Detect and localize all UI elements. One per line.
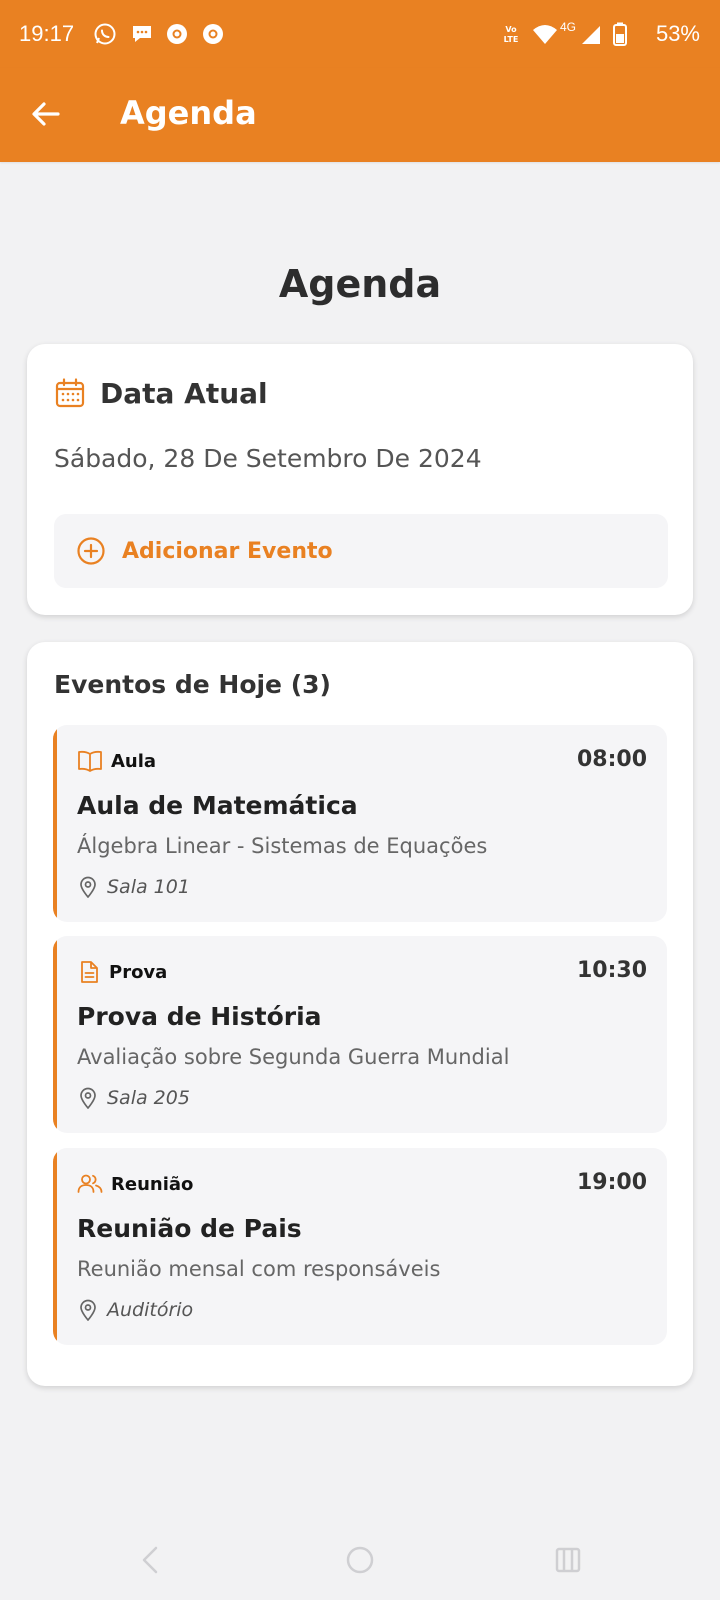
volte-icon: Vo LTE [504,25,519,44]
add-event-label: Adicionar Evento [122,538,333,564]
nav-recents-button[interactable] [546,1538,590,1582]
chevron-left-icon [142,1546,158,1574]
event-location: Auditório [79,1296,193,1324]
event-type: Prova [77,958,167,986]
status-bar: 19:17 Vo LTE 4G 53% [0,0,720,68]
battery-icon [613,22,627,46]
event-time: 19:00 [576,1170,647,1195]
location-pin-icon [80,1087,96,1109]
people-icon [77,1174,103,1193]
date-card-header: Data Atual [54,374,268,412]
event-location: Sala 205 [79,1084,190,1112]
signal-icon [582,26,600,44]
event-type-label: Prova [109,961,168,983]
chrome-icon [167,24,187,44]
current-date-card: Data Atual Sábado, 28 De Setembro De 202… [27,344,693,615]
event-location-label: Auditório [107,1299,194,1321]
event-location-label: Sala 101 [107,876,190,898]
whatsapp-icon [94,23,116,45]
current-date-text: Sábado, 28 De Setembro De 2024 [54,444,482,473]
battery-percent: 53% [655,21,700,46]
event-type: Aula [77,747,156,775]
chrome-icon [203,24,223,44]
event-description: Reunião mensal com responsáveis [77,1257,441,1281]
svg-text:Vo: Vo [505,25,517,34]
network-type-label: 4G [560,20,577,34]
event-type-label: Aula [111,750,157,772]
event-item[interactable]: Reunião 19:00 Reunião de Pais Reunião me… [53,1148,667,1345]
event-location-label: Sala 205 [107,1087,190,1109]
date-card-title: Data Atual [100,376,268,410]
add-event-button[interactable]: Adicionar Evento [54,514,668,588]
arrow-left-icon [32,102,60,126]
recents-icon [555,1547,581,1573]
system-navigation-bar [0,1522,720,1600]
event-type: Reunião [77,1170,193,1198]
app-bar: Agenda [0,68,720,162]
calendar-icon [55,378,85,408]
event-location: Sala 101 [79,873,190,901]
event-item[interactable]: Aula 08:00 Aula de Matemática Álgebra Li… [53,725,667,922]
status-time: 19:17 [19,21,75,46]
document-icon [81,961,98,983]
event-title: Prova de História [77,1002,322,1031]
app-bar-title: Agenda [120,94,257,132]
event-item[interactable]: Prova 10:30 Prova de História Avaliação … [53,936,667,1133]
event-time: 10:30 [576,958,647,983]
event-title: Aula de Matemática [77,791,358,820]
location-pin-icon [80,1299,96,1321]
event-time: 08:00 [576,747,647,772]
home-circle-icon [346,1546,374,1574]
wifi-icon [533,25,557,44]
event-description: Álgebra Linear - Sistemas de Equações [77,834,488,858]
book-icon [78,750,102,772]
nav-back-button[interactable] [128,1538,172,1582]
event-description: Avaliação sobre Segunda Guerra Mundial [77,1045,510,1069]
today-events-card: Eventos de Hoje (3) Aula 08:00 Aula de M… [27,642,693,1386]
event-type-label: Reunião [111,1173,194,1195]
event-title: Reunião de Pais [77,1214,302,1243]
svg-text:LTE: LTE [504,35,519,44]
chat-icon [133,26,151,42]
nav-home-button[interactable] [338,1538,382,1582]
page-title: Agenda [278,262,442,306]
location-pin-icon [80,876,96,898]
events-heading: Eventos de Hoje (3) [54,670,331,699]
plus-circle-icon [76,536,106,566]
back-button[interactable] [28,96,64,132]
